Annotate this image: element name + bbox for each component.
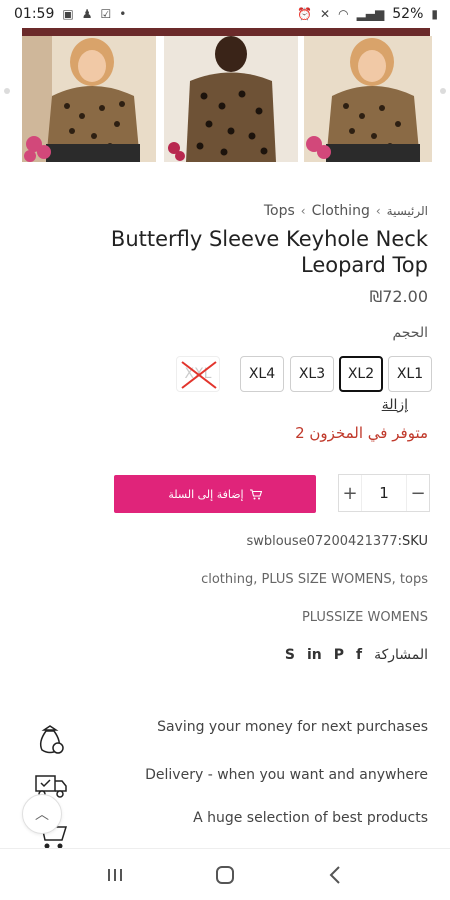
share-label: المشاركة [374, 647, 428, 663]
share-row: S in P f المشاركة [285, 647, 428, 663]
battery-level: 52% [392, 6, 424, 22]
cart-icon [249, 488, 262, 499]
stock-status: 2 متوفر في المخزون [295, 424, 428, 442]
quantity-increase-button[interactable]: + [339, 475, 361, 511]
system-navigation-bar [0, 848, 450, 900]
size-label: الحجم [392, 325, 428, 341]
size-option-xl1[interactable]: XL1 [388, 356, 432, 392]
wifi-icon: ◠ [338, 7, 349, 21]
feature-selection-text: A huge selection of best products [193, 810, 428, 826]
battery-icon: ▮ [431, 7, 438, 21]
breadcrumb-home[interactable]: الرئيسية [387, 204, 428, 218]
chevron-up-icon: ︿ [35, 807, 49, 823]
unavailable-cross-icon [181, 361, 217, 389]
back-button[interactable] [315, 855, 355, 895]
add-to-cart-button[interactable]: إضافة إلى السلة [114, 475, 316, 513]
back-icon [329, 865, 340, 884]
check-notification-icon: ☑ [100, 7, 112, 21]
breadcrumb: Tops ‹ Clothing ‹ الرئيسية [264, 203, 428, 219]
product-price: ₪72.00 [369, 287, 428, 306]
skype-icon[interactable]: S [285, 647, 295, 663]
signal-icon: ▂▄▆ [356, 7, 385, 21]
product-image-front[interactable] [22, 36, 156, 162]
feature-saving-text: Saving your money for next purchases [157, 719, 428, 735]
product-title: Butterfly Sleeve Keyhole Neck Leopard To… [110, 227, 428, 277]
chevron-left-icon: ‹ [300, 204, 306, 218]
size-option-xl4[interactable]: XL4 [240, 356, 284, 392]
image-notification-icon: ▣ [62, 7, 74, 21]
breadcrumb-tops[interactable]: Tops [264, 203, 295, 219]
product-brand[interactable]: PLUSSIZE WOMENS [302, 610, 428, 625]
pinterest-icon[interactable]: P [334, 647, 344, 663]
product-image-back[interactable] [164, 36, 298, 162]
status-bar: 01:59 ▣ ♟ ☑ • ⏰ ✕ ◠ ▂▄▆ 52% ▮ [0, 0, 450, 28]
scroll-to-top-button[interactable]: ︿ [22, 794, 62, 834]
feature-delivery-text: Delivery - when you want and anywhere [145, 767, 428, 783]
quantity-stepper: + 1 − [338, 474, 430, 512]
mute-icon: ✕ [320, 7, 331, 21]
size-option-xxl: XXL [176, 356, 220, 392]
size-option-xl2[interactable]: XL2 [339, 356, 383, 392]
gallery-prev-indicator[interactable] [4, 88, 10, 94]
product-gallery[interactable] [0, 28, 450, 162]
sku-label: :SKU [397, 534, 428, 549]
recent-apps-icon [108, 868, 122, 881]
person-notification-icon: ♟ [81, 7, 93, 21]
dot-notification-icon: • [119, 7, 127, 21]
product-image-side[interactable] [304, 36, 432, 162]
size-option-xl3[interactable]: XL3 [290, 356, 334, 392]
add-to-cart-label: إضافة إلى السلة [168, 487, 244, 501]
linkedin-icon[interactable]: in [307, 647, 322, 663]
chevron-left-icon: ‹ [375, 204, 381, 218]
gallery-top-strip [22, 28, 430, 36]
gallery-next-indicator[interactable] [440, 88, 446, 94]
breadcrumb-clothing[interactable]: Clothing [312, 203, 370, 219]
recent-apps-button[interactable] [95, 855, 135, 895]
alarm-icon: ⏰ [297, 7, 313, 21]
facebook-icon[interactable]: f [356, 647, 362, 663]
size-selector: XXL XL4 XL3 XL2 XL1 [176, 356, 432, 392]
clear-selection-link[interactable]: إزالة [382, 397, 408, 413]
quantity-decrease-button[interactable]: − [407, 475, 429, 511]
home-icon [216, 865, 234, 884]
home-button[interactable] [205, 855, 245, 895]
product-tags[interactable]: clothing, PLUS SIZE WOMENS, tops [201, 572, 428, 587]
money-bag-icon [39, 725, 64, 754]
quantity-input[interactable]: 1 [361, 475, 407, 511]
product-sku: swblouse07200421377 :SKU [246, 534, 428, 549]
status-time: 01:59 [14, 6, 55, 22]
sku-value: swblouse07200421377 [246, 534, 398, 549]
